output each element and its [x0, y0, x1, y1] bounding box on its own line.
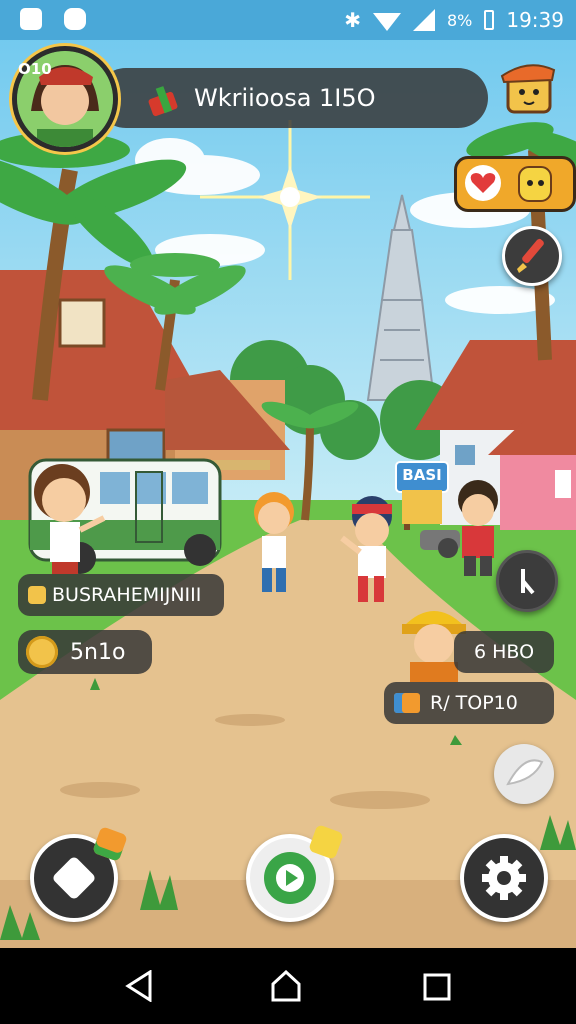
- folder-icon: [394, 693, 420, 713]
- character-face-icon: [500, 64, 556, 114]
- battery-icon: [484, 10, 495, 30]
- notification-app-icon: [20, 8, 42, 30]
- npc-name-label[interactable]: BUSRAHEMIJNIII: [18, 574, 224, 616]
- recents-icon[interactable]: [422, 972, 452, 1002]
- signal-icon: [412, 9, 435, 31]
- settings-icon: [482, 856, 526, 900]
- bluetooth-icon: ✱: [344, 8, 361, 32]
- player-name: Wkriioosa 1I5O: [194, 84, 376, 112]
- clock: 19:39: [506, 8, 564, 32]
- wifi-icon: [372, 13, 401, 31]
- leaderboard-button[interactable]: R/ TOP10: [384, 682, 554, 724]
- npc-name-text: BUSRAHEMIJNIII: [52, 584, 202, 606]
- heart-icon: [465, 165, 501, 201]
- timer-button[interactable]: [496, 550, 558, 612]
- game-scene[interactable]: BASI Wkriioosa 1I5O O10 BUSRAHEMIJNIII 5…: [0, 0, 576, 948]
- sign-label: BASI: [402, 466, 442, 484]
- coin-icon: [26, 636, 58, 668]
- badge-icon: [28, 586, 46, 604]
- profile-button[interactable]: [498, 56, 558, 116]
- settings-button[interactable]: [460, 834, 548, 922]
- player-name-bar[interactable]: Wkriioosa 1I5O: [96, 68, 488, 128]
- globe-icon: [506, 759, 544, 786]
- leaderboard-text: R/ TOP10: [430, 692, 518, 714]
- gift-icon: [146, 83, 178, 117]
- coins-value: 5n1o: [70, 639, 126, 665]
- score-counter[interactable]: 6 HBO: [454, 631, 554, 673]
- navigation-bar: [0, 948, 576, 1024]
- timer-icon: [521, 569, 535, 595]
- status-bar: ✱ 8% 19:39: [0, 0, 576, 40]
- score-value: 6 HBO: [473, 641, 535, 663]
- back-icon[interactable]: [124, 970, 154, 1002]
- friends-panel[interactable]: [454, 156, 576, 212]
- home-icon[interactable]: [270, 970, 302, 1002]
- edit-button[interactable]: [502, 226, 562, 286]
- brush-icon: [517, 238, 544, 273]
- coins-counter[interactable]: 5n1o: [18, 630, 152, 674]
- battery-level: 8%: [446, 10, 473, 30]
- map-orb-button[interactable]: [494, 744, 554, 804]
- notification-chat-icon: [64, 8, 86, 30]
- avatar-badge: O10: [18, 60, 52, 78]
- buddy-face-icon: [513, 161, 557, 205]
